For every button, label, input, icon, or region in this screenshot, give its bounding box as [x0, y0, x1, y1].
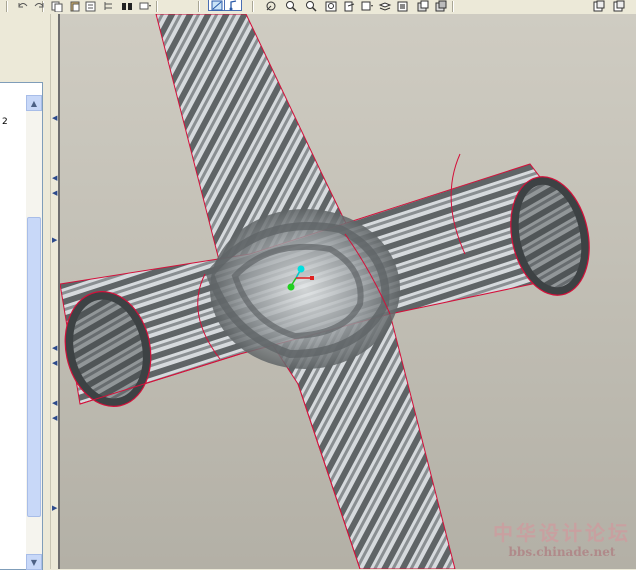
view-manager-button[interactable]: [340, 0, 358, 13]
scroll-down-button[interactable]: ▼: [26, 554, 42, 570]
zoom-out-button[interactable]: [302, 0, 320, 13]
x-axis-point: [310, 276, 314, 280]
shade-icon: [416, 0, 430, 14]
orient-button[interactable]: [262, 0, 280, 13]
model-tree-item[interactable]: 2: [2, 117, 8, 127]
appearance-icon: [396, 0, 410, 14]
saved-views-button[interactable]: [358, 0, 376, 13]
watermark: 中华设计论坛 bbs.chinade.net: [492, 521, 632, 565]
toolbar-separator: [252, 1, 254, 12]
watermark-chinese-text: 中华设计论坛: [493, 521, 631, 545]
spin-center-button[interactable]: [224, 0, 242, 11]
toolbar-separator: [198, 1, 200, 12]
y-axis-point: [287, 283, 295, 291]
display-style-icon: [434, 0, 448, 14]
model-tree-button[interactable]: [100, 0, 118, 13]
saved-views-icon: [360, 0, 374, 14]
copy-button[interactable]: [48, 0, 66, 13]
zoom-in-button[interactable]: [282, 0, 300, 13]
appearance-button[interactable]: [394, 0, 412, 13]
toolbar-separator: [156, 1, 158, 12]
paste-special-icon: [84, 0, 98, 14]
pipe-junction-model: [60, 14, 636, 569]
view-manager-icon: [342, 0, 356, 14]
redo-icon: [32, 0, 46, 14]
zoom-in-icon: [284, 0, 298, 14]
toolbar-separator: [6, 1, 8, 12]
paste-special-button[interactable]: [82, 0, 100, 13]
z-axis-point: [297, 265, 305, 273]
top-toolbar: [0, 0, 636, 15]
scroll-thumb[interactable]: [27, 217, 41, 517]
layers-icon: [378, 0, 392, 14]
display-style-button[interactable]: [432, 0, 450, 13]
find-button[interactable]: [118, 0, 136, 13]
selection-dropdown-icon: [138, 0, 152, 14]
page-icon: [592, 0, 606, 14]
paste-icon: [68, 0, 82, 14]
page-icon: [612, 0, 626, 14]
toolbar-separator: [452, 1, 454, 12]
toolbar-extra-button[interactable]: [610, 0, 628, 13]
spin-center-icon: [226, 0, 240, 14]
redo-button[interactable]: [30, 0, 48, 13]
refit-button[interactable]: [322, 0, 340, 13]
model-tree-icon: [102, 0, 116, 14]
layers-button[interactable]: [376, 0, 394, 13]
graphics-viewport[interactable]: 中华设计论坛 bbs.chinade.net: [58, 14, 636, 569]
repaint-icon: [210, 0, 224, 14]
watermark-url: bbs.chinade.net: [508, 545, 616, 559]
scroll-up-button[interactable]: ▲: [26, 95, 42, 111]
toolbar-extra-button[interactable]: [590, 0, 608, 13]
undo-icon: [16, 0, 30, 14]
refit-icon: [324, 0, 338, 14]
shade-button[interactable]: [414, 0, 432, 13]
orient-icon: [264, 0, 278, 14]
vertical-scrollbar[interactable]: ▲ ▼: [26, 95, 42, 570]
panel-divider[interactable]: ◀ ◀ ◀ ▶ ◀ ◀ ◀ ◀ ▶: [50, 14, 58, 569]
selection-dropdown-button[interactable]: [136, 0, 154, 13]
zoom-out-icon: [304, 0, 318, 14]
copy-icon: [50, 0, 64, 14]
find-icon: [120, 0, 134, 14]
